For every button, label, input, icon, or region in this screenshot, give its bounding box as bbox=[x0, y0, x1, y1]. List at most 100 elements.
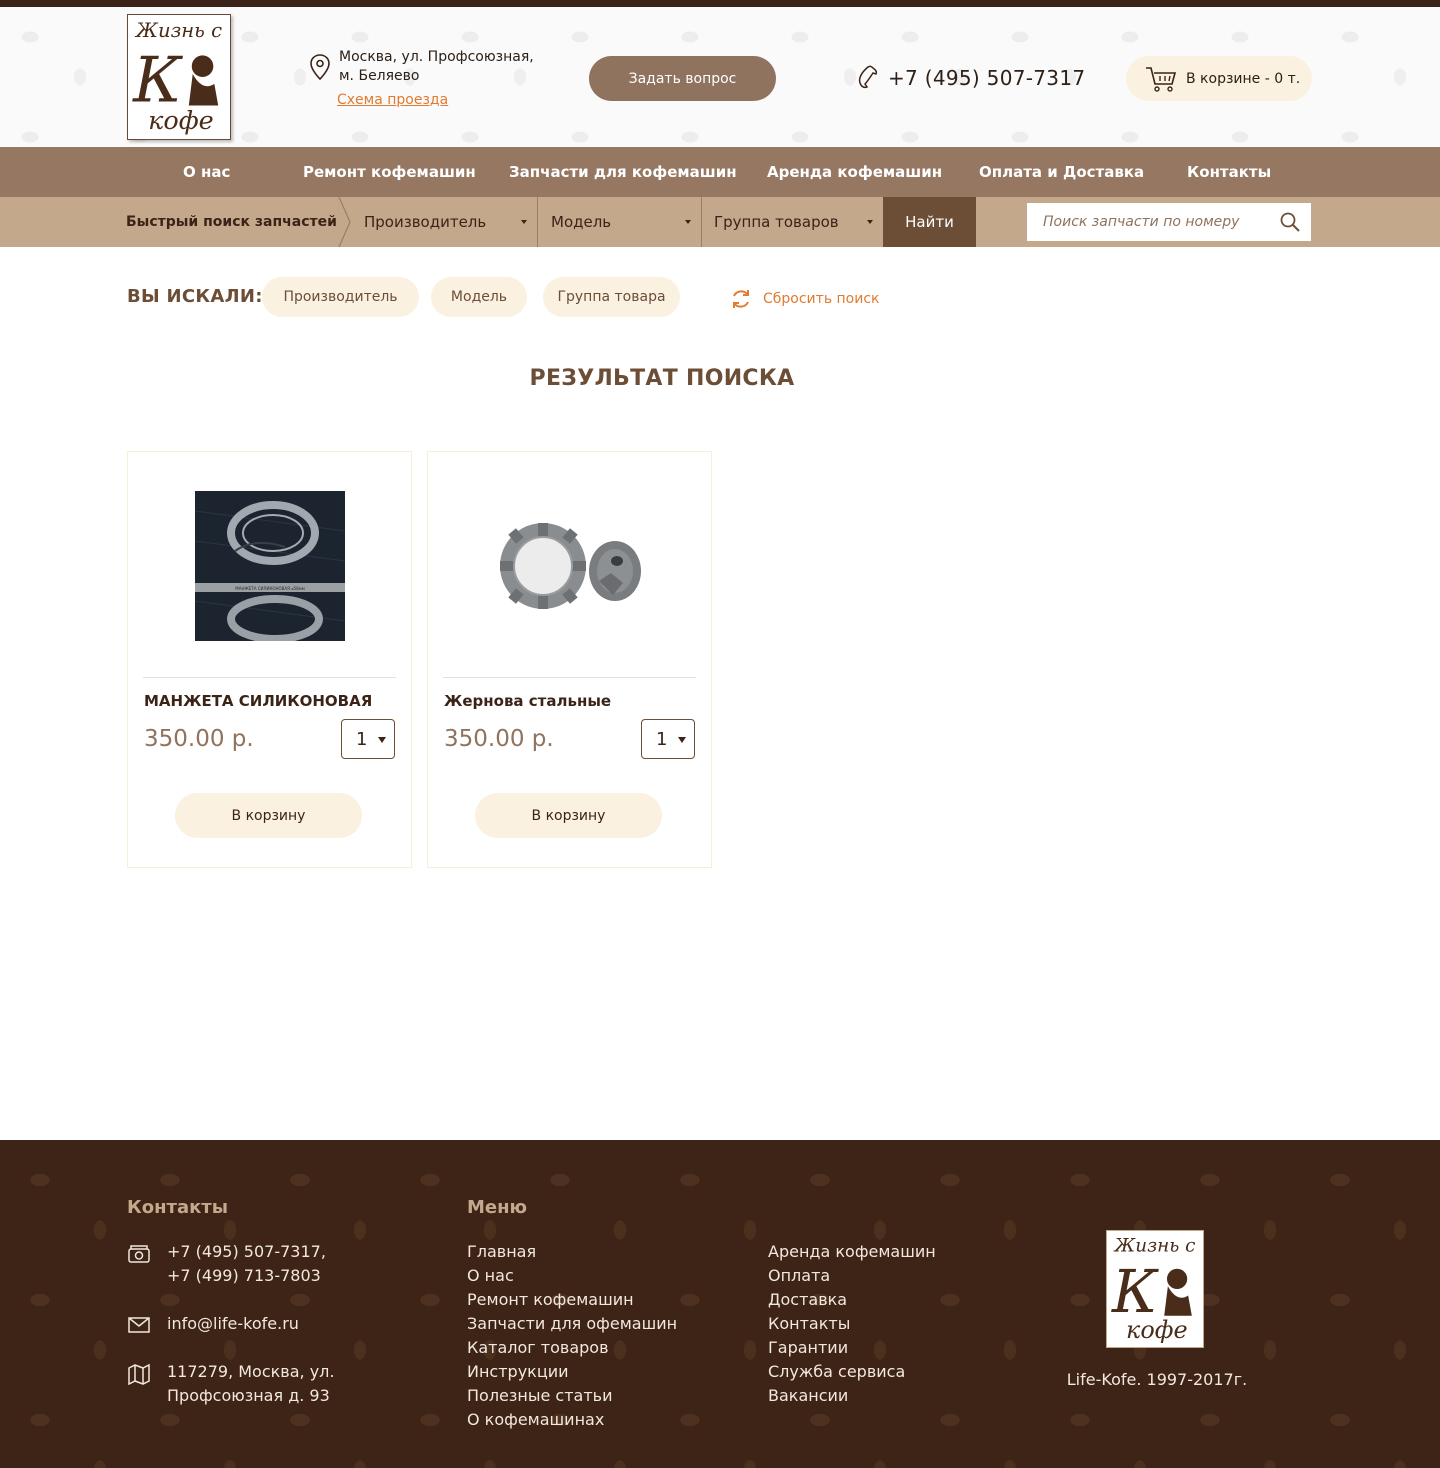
footer-menu-col-2: Аренда кофемашин Оплата Доставка Контакт… bbox=[768, 1240, 936, 1408]
header-phone[interactable]: +7 (495) 507-7317 bbox=[888, 66, 1085, 90]
divider-arrow bbox=[338, 197, 351, 247]
add-to-cart-button[interactable]: В корзину bbox=[175, 793, 362, 838]
quantity-select[interactable]: 1 bbox=[341, 719, 395, 759]
logo-text-top: Жизнь с bbox=[134, 19, 222, 42]
cart-icon bbox=[1146, 66, 1177, 92]
footer-menu-item[interactable]: Инструкции bbox=[467, 1360, 677, 1384]
add-to-cart-button[interactable]: В корзину bbox=[475, 793, 662, 838]
quantity-value: 1 bbox=[356, 729, 368, 750]
footer-email-link[interactable]: info@life-kofe.ru bbox=[167, 1312, 299, 1336]
cart-button[interactable]: В корзине - 0 т. bbox=[1126, 56, 1312, 101]
chevron-down-icon bbox=[685, 220, 691, 224]
product-price: 350.00 р. bbox=[444, 726, 554, 752]
footer-menu-item[interactable]: Контакты bbox=[768, 1312, 936, 1336]
product-title[interactable]: Жернова стальные bbox=[444, 692, 611, 710]
address-line-2: м. Беляево bbox=[339, 68, 420, 84]
map-pin-icon bbox=[310, 54, 330, 81]
nav-item-parts[interactable]: Запчасти для кофемашин bbox=[509, 147, 737, 197]
map-icon bbox=[128, 1363, 150, 1385]
chevron-down-icon bbox=[678, 737, 686, 743]
footer-menu-col-1: Главная О нас Ремонт кофемашин Запчасти … bbox=[467, 1240, 677, 1432]
copyright: Life-Kofe. 1997-2017г. bbox=[1066, 1370, 1248, 1389]
logo-text-bottom: кофе bbox=[148, 106, 214, 136]
results-title: РЕЗУЛЬТАТ ПОИСКА bbox=[529, 366, 795, 391]
footer-address: 117279, Москва, ул. Профсоюзная д. 93 bbox=[127, 1360, 335, 1408]
footer-menu-item[interactable]: Вакансии bbox=[768, 1384, 936, 1408]
footer-menu-item[interactable]: Запчасти для офемашин bbox=[467, 1312, 677, 1336]
site-logo[interactable]: Жизнь с К кофе bbox=[127, 14, 231, 140]
group-select[interactable]: Группа товаров bbox=[702, 197, 883, 247]
site-header: Жизнь с К кофе Москва, ул. Профсоюзная, … bbox=[0, 7, 1440, 147]
nav-item-repair[interactable]: Ремонт кофемашин bbox=[303, 147, 476, 197]
product-price: 350.00 р. bbox=[144, 726, 254, 752]
reset-search-label: Сбросить поиск bbox=[763, 291, 880, 307]
filter-chip-model[interactable]: Модель bbox=[431, 277, 527, 317]
footer-menu-item[interactable]: Доставка bbox=[768, 1288, 936, 1312]
footer-menu-item[interactable]: Служба сервиса bbox=[768, 1360, 936, 1384]
nav-item-contacts[interactable]: Контакты bbox=[1187, 147, 1271, 197]
address: Москва, ул. Профсоюзная, м. Беляево bbox=[339, 48, 559, 86]
nav-item-about[interactable]: О нас bbox=[183, 147, 230, 197]
main-nav: О нас Ремонт кофемашин Запчасти для кофе… bbox=[0, 147, 1440, 197]
nav-item-payment-delivery[interactable]: Оплата и Доставка bbox=[979, 147, 1144, 197]
filter-chip-group[interactable]: Группа товара bbox=[543, 277, 680, 317]
quantity-value: 1 bbox=[656, 729, 668, 750]
searched-title: ВЫ ИСКАЛИ: bbox=[127, 286, 263, 307]
model-select[interactable]: Модель bbox=[538, 197, 701, 247]
footer-phone-icon bbox=[128, 1245, 150, 1263]
logo-image: Жизнь с К кофе bbox=[132, 19, 222, 136]
ask-question-button[interactable]: Задать вопрос bbox=[589, 56, 776, 101]
footer-menu-item[interactable]: Оплата bbox=[768, 1264, 936, 1288]
part-number-search bbox=[1027, 203, 1311, 241]
filter-chip-manufacturer[interactable]: Производитель bbox=[262, 277, 419, 317]
quick-search-bar: Быстрый поиск запчастей Производитель Мо… bbox=[0, 197, 1440, 247]
footer-logo-image: Жизнь с К кофе bbox=[1111, 1235, 1196, 1344]
phone-icon bbox=[858, 65, 878, 89]
footer-menu-item[interactable]: Полезные статьи bbox=[467, 1384, 677, 1408]
divider bbox=[143, 677, 396, 678]
find-button[interactable]: Найти bbox=[883, 197, 976, 247]
address-line-1: Москва, ул. Профсоюзная, bbox=[339, 49, 534, 65]
quick-search-label: Быстрый поиск запчастей bbox=[126, 214, 337, 230]
manufacturer-select-value: Производитель bbox=[364, 213, 487, 231]
footer-phone-1[interactable]: +7 (495) 507-7317, bbox=[167, 1240, 326, 1264]
footer-logo-text-bottom: кофе bbox=[1126, 1316, 1188, 1344]
footer-logo-text-top: Жизнь с bbox=[1113, 1235, 1196, 1256]
refresh-icon bbox=[733, 290, 749, 308]
footer-menu-item[interactable]: Каталог товаров bbox=[467, 1336, 677, 1360]
footer-address-line-1: 117279, Москва, ул. bbox=[167, 1362, 335, 1381]
part-number-input[interactable] bbox=[1043, 203, 1273, 241]
divider bbox=[443, 677, 696, 678]
footer-menu-item[interactable]: Главная bbox=[467, 1240, 677, 1264]
footer-logo[interactable]: Жизнь с К кофе bbox=[1106, 1230, 1204, 1348]
product-card: МАНЖЕТА СИЛИКОНОВАЯ ⌀58мм МАНЖЕТА СИЛИКО… bbox=[127, 451, 412, 868]
group-select-value: Группа товаров bbox=[714, 213, 839, 231]
product-title[interactable]: МАНЖЕТА СИЛИКОНОВАЯ bbox=[144, 692, 372, 710]
footer-phone-2[interactable]: +7 (499) 713-7803 bbox=[167, 1264, 326, 1288]
nav-item-rent[interactable]: Аренда кофемашин bbox=[767, 147, 942, 197]
footer-menu-item[interactable]: О нас bbox=[467, 1264, 677, 1288]
footer-menu-item[interactable]: Гарантии bbox=[768, 1336, 936, 1360]
chevron-down-icon bbox=[867, 220, 873, 224]
footer-menu-item[interactable]: О кофемашинах bbox=[467, 1408, 677, 1432]
mail-icon bbox=[128, 1317, 150, 1333]
cart-label: В корзине - 0 т. bbox=[1186, 70, 1301, 87]
footer-phones: +7 (495) 507-7317, +7 (499) 713-7803 bbox=[127, 1240, 326, 1288]
manufacturer-select[interactable]: Производитель bbox=[352, 197, 537, 247]
footer-menu-item[interactable]: Ремонт кофемашин bbox=[467, 1288, 677, 1312]
chevron-down-icon bbox=[521, 220, 527, 224]
product-card: Жернова стальные 350.00 р. 1 В корзину bbox=[427, 451, 712, 868]
chevron-down-icon bbox=[378, 737, 386, 743]
footer-menu-title: Меню bbox=[467, 1197, 528, 1218]
product-image[interactable] bbox=[495, 491, 645, 641]
footer-address-line-2: Профсоюзная д. 93 bbox=[167, 1386, 330, 1405]
top-stripe bbox=[0, 0, 1440, 7]
route-map-link[interactable]: Схема проезда bbox=[337, 92, 448, 108]
search-icon[interactable] bbox=[1279, 211, 1301, 233]
site-footer: Контакты +7 (495) 507-7317, +7 (499) 713… bbox=[0, 1140, 1440, 1468]
footer-menu-item[interactable]: Аренда кофемашин bbox=[768, 1240, 936, 1264]
product-image[interactable]: МАНЖЕТА СИЛИКОНОВАЯ ⌀58мм bbox=[195, 491, 345, 641]
quantity-select[interactable]: 1 bbox=[641, 719, 695, 759]
model-select-value: Модель bbox=[551, 213, 612, 231]
reset-search-button[interactable]: Сбросить поиск bbox=[729, 287, 879, 311]
